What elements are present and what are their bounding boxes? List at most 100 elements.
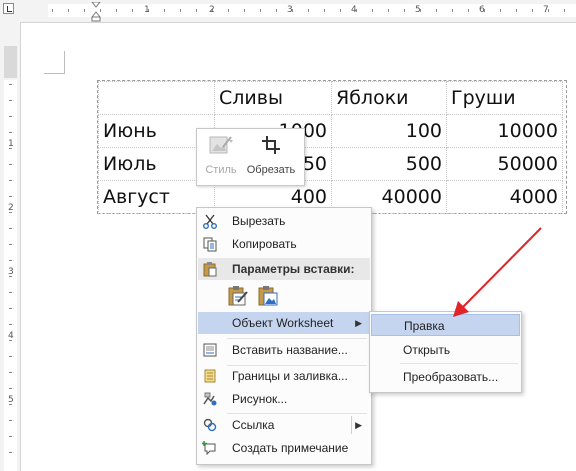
- ruler-tick: [436, 9, 437, 12]
- worksheet-table[interactable]: Сливы Яблоки Груши Июнь 1000 100 10000 И…: [98, 81, 563, 214]
- menu-item-label: Границы и заливка...: [232, 369, 348, 383]
- ruler-tick: [9, 324, 12, 325]
- ruler-tick: [9, 100, 12, 101]
- ruler-tick: [9, 356, 12, 357]
- ruler-number: 5: [415, 5, 421, 15]
- menu-item-label: Создать примечание: [232, 441, 349, 455]
- menu-item-cut[interactable]: Вырезать: [198, 210, 370, 232]
- submenu-arrow-icon[interactable]: ▶: [355, 414, 362, 436]
- ruler-tick: [116, 9, 117, 12]
- ruler-tick: [68, 9, 69, 12]
- style-button[interactable]: Стиль: [201, 133, 241, 176]
- split-divider: [351, 416, 352, 434]
- menu-separator: [400, 363, 518, 364]
- ruler-tick: [468, 9, 469, 12]
- menu-item-label: Ссылка: [232, 418, 275, 432]
- ruler-tick: [132, 9, 133, 12]
- table-header-cell: Груши: [446, 81, 563, 115]
- paste-options-label: Параметры вставки:: [232, 262, 355, 276]
- table-header-cell: Сливы: [214, 81, 332, 115]
- horizontal-ruler[interactable]: 1 2 3 4 5 6 7: [0, 0, 576, 23]
- menu-item-label: Объект Worksheet: [232, 316, 334, 330]
- ruler-number: 5: [8, 395, 14, 405]
- ruler-tick: [276, 9, 277, 12]
- margin-corner-mark: [44, 51, 65, 74]
- ruler-tick: [500, 9, 501, 12]
- ruler-tick: [532, 9, 533, 12]
- ruler-tick: [9, 388, 12, 389]
- ruler-tick: [9, 84, 12, 85]
- ruler-tick: [244, 9, 245, 12]
- table-cell: 50000: [446, 147, 563, 181]
- ruler-text-area: [48, 4, 576, 17]
- ruler-tick: [9, 372, 12, 373]
- menu-item-label: Вставить название...: [232, 343, 348, 357]
- context-menu: Вырезать Копировать Параметры вставки: О…: [196, 207, 372, 465]
- table-cell: 500: [331, 147, 447, 181]
- table-row: Июль 50 500 50000: [98, 147, 563, 181]
- submenu-item-convert[interactable]: Преобразовать...: [371, 366, 520, 388]
- ruler-tick: [9, 116, 12, 117]
- ruler-margin: [4, 46, 17, 78]
- ruler-number: 6: [479, 5, 485, 15]
- menu-item-worksheet-object[interactable]: Объект Worksheet ▶: [198, 312, 370, 334]
- style-button-label: Стиль: [205, 164, 237, 176]
- ruler-tick: [260, 9, 261, 12]
- ruler-tick: [9, 228, 12, 229]
- table-cell: 10000: [446, 114, 563, 148]
- ruler-tick: [9, 196, 12, 197]
- borders-icon: [204, 369, 216, 383]
- menu-item-borders-shading[interactable]: Границы и заливка...: [198, 365, 370, 387]
- ruler-tick: [52, 9, 53, 12]
- ruler-tick: [196, 9, 197, 12]
- paste-picture-icon[interactable]: [257, 284, 279, 308]
- menu-item-new-comment[interactable]: Создать примечание: [198, 437, 370, 459]
- ruler-tick: [308, 9, 309, 12]
- menu-item-picture[interactable]: Рисунок...: [198, 388, 370, 410]
- caption-icon: [203, 343, 217, 357]
- ruler-tick: [9, 436, 12, 437]
- menu-item-label: Копировать: [232, 237, 297, 251]
- table-row: Сливы Яблоки Груши: [98, 81, 563, 115]
- ruler-number: 1: [144, 5, 150, 15]
- copy-icon: [203, 237, 217, 252]
- ruler-tick: [324, 9, 325, 12]
- ruler-tick: [9, 260, 12, 261]
- submenu-arrow-icon: ▶: [355, 318, 362, 328]
- menu-item-insert-caption[interactable]: Вставить название...: [198, 339, 370, 361]
- ruler-tick: [180, 9, 181, 12]
- ruler-number: 2: [209, 5, 215, 15]
- ruler-tick: [9, 164, 12, 165]
- vertical-ruler[interactable]: 1 2 3 4 5: [0, 22, 21, 471]
- ruler-number: 4: [351, 5, 357, 15]
- submenu-item-open[interactable]: Открыть: [371, 339, 520, 361]
- link-icon: [203, 418, 217, 432]
- crop-button[interactable]: Обрезать: [245, 133, 297, 176]
- paste-keep-formatting-icon[interactable]: [227, 284, 249, 308]
- ruler-tick: [9, 308, 12, 309]
- indent-marker-icon[interactable]: [91, 2, 101, 22]
- submenu-item-edit[interactable]: Правка: [371, 314, 520, 336]
- menu-item-label: Вырезать: [232, 214, 286, 228]
- submenu-item-label: Преобразовать...: [403, 370, 499, 384]
- ruler-tick: [452, 9, 453, 12]
- ruler-tick: [164, 9, 165, 12]
- ruler-tick: [9, 420, 12, 421]
- ruler-tick: [84, 9, 85, 12]
- ruler-number: 4: [8, 331, 14, 341]
- ruler-tick: [228, 9, 229, 12]
- menu-item-link[interactable]: Ссылка ▶: [198, 414, 370, 436]
- menu-item-copy[interactable]: Копировать: [198, 233, 370, 255]
- tab-selector-icon[interactable]: [3, 3, 14, 14]
- ruler-tick: [516, 9, 517, 12]
- ruler-number: 3: [287, 5, 293, 15]
- ruler-tick: [9, 244, 12, 245]
- ruler-tick: [388, 9, 389, 12]
- ruler-tick: [564, 9, 565, 12]
- ruler-tick: [100, 9, 101, 12]
- ruler-tick: [340, 9, 341, 12]
- table-row: Июнь 1000 100 10000: [98, 114, 563, 148]
- crop-button-label: Обрезать: [246, 164, 296, 176]
- table-cell: 4000: [446, 180, 563, 214]
- comment-icon: [202, 441, 216, 456]
